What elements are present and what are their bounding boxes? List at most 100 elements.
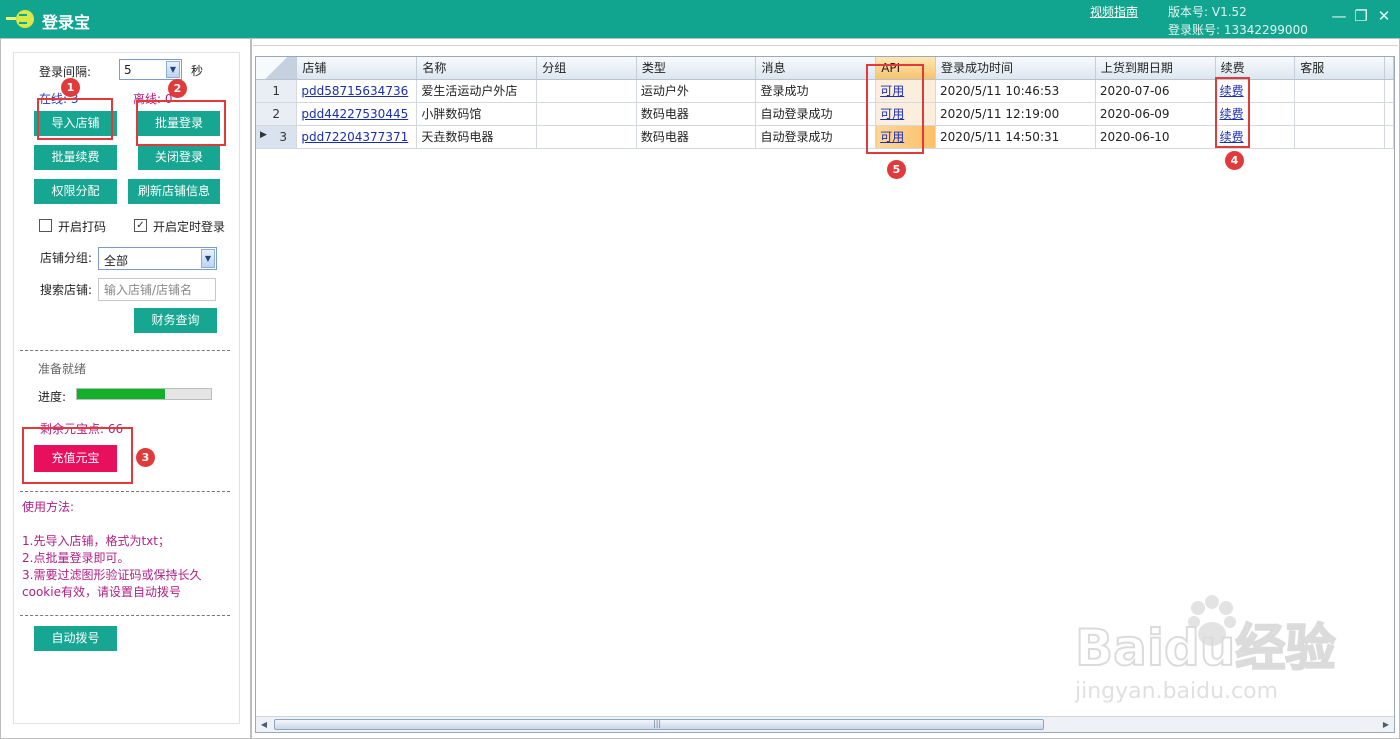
baidu-watermark: Baidu经验 jingyan.baidu.com: [1074, 595, 1336, 704]
permission-assign-button[interactable]: 权限分配: [34, 179, 117, 204]
corner-header[interactable]: [256, 57, 298, 80]
refresh-shop-info-button[interactable]: 刷新店铺信息: [128, 179, 220, 204]
type-cell: 运动户外: [636, 79, 757, 103]
shop-cell: pdd44227530445: [296, 102, 418, 126]
divider: [20, 615, 230, 616]
message-cell: 自动登录成功: [755, 125, 877, 149]
finance-query-button[interactable]: 财务查询: [134, 308, 217, 333]
type-cell: 数码电器: [636, 125, 757, 149]
thumb-grip: |||: [653, 719, 662, 728]
scroll-left-icon[interactable]: ◀: [258, 719, 270, 730]
shop-group-label: 店铺分组:: [40, 251, 93, 265]
column-header-shop[interactable]: 店铺: [296, 57, 418, 80]
batch-renew-button[interactable]: 批量续费: [34, 145, 117, 170]
service-cell: [1294, 102, 1385, 126]
progress-bar: [76, 388, 212, 400]
group-cell: [536, 125, 637, 149]
login-interval-label: 登录间隔:: [39, 65, 92, 79]
divider: [20, 491, 230, 492]
login-time-cell: 2020/5/11 10:46:53: [935, 79, 1096, 103]
interval-unit-label: 秒: [191, 64, 204, 78]
scrollbar-thumb[interactable]: |||: [274, 719, 1044, 730]
annotation-badge-5: 5: [887, 160, 906, 179]
overflow-cell: [1384, 79, 1394, 103]
search-shop-label: 搜索店铺:: [40, 283, 93, 297]
search-shop-input[interactable]: [98, 278, 216, 301]
annotation-box-recharge: [22, 427, 133, 484]
plug-logo-icon: [6, 10, 34, 28]
chevron-down-icon[interactable]: ▼: [201, 249, 215, 268]
annotation-box-batch-login: [136, 100, 226, 146]
row-number-text: 3: [279, 129, 288, 144]
name-cell: 小胖数码馆: [416, 102, 538, 126]
service-cell: [1294, 125, 1385, 149]
row-number: 1: [256, 79, 298, 103]
message-cell: 登录成功: [755, 79, 877, 103]
close-login-button[interactable]: 关闭登录: [138, 145, 220, 170]
shop-cell: pdd72204377371: [296, 125, 418, 149]
shop-group-value: 全部: [104, 254, 129, 268]
annotation-box-api: [866, 64, 924, 154]
shop-id-link[interactable]: pdd44227530445: [301, 107, 408, 121]
group-cell: [536, 102, 637, 126]
divider: [20, 350, 230, 351]
close-icon[interactable]: ✕: [1375, 7, 1393, 25]
minimize-icon[interactable]: —: [1330, 7, 1348, 25]
annotation-badge-1: 1: [61, 78, 80, 97]
name-cell: 天垚数码电器: [416, 125, 538, 149]
timed-login-checkbox[interactable]: ✓: [134, 219, 147, 232]
status-text: 准备就绪: [38, 362, 87, 376]
type-cell: 数码电器: [636, 102, 757, 126]
progress-label: 进度:: [38, 390, 67, 404]
column-header-expire-date[interactable]: 上货到期日期: [1095, 57, 1216, 80]
column-header-name[interactable]: 名称: [416, 57, 538, 80]
horizontal-scrollbar[interactable]: ◀ ||| ▶: [256, 716, 1394, 732]
column-header-service[interactable]: 客服: [1294, 57, 1385, 80]
shop-cell: pdd58715634736: [296, 79, 418, 103]
annotation-badge-3: 3: [136, 448, 155, 467]
name-cell: 爱生活运动户外店: [416, 79, 538, 103]
chevron-down-icon[interactable]: ▼: [166, 61, 180, 78]
account-label: 登录账号: 13342299000: [1168, 23, 1308, 37]
title-bar: 登录宝 视频指南 版本号: V1.52 登录账号: 13342299000 — …: [0, 0, 1400, 38]
annotation-box-renew: [1215, 77, 1250, 148]
column-header-type[interactable]: 类型: [636, 57, 757, 80]
column-header-message[interactable]: 消息: [755, 57, 877, 80]
toolbar-separator: [253, 45, 1398, 46]
row-number: ▶ 3: [256, 125, 298, 149]
table-header-row: 店铺 名称 分组 类型 消息 API 登录成功时间 上货到期日期 续费 客服: [256, 57, 1394, 80]
captcha-checkbox-label: 开启打码: [58, 220, 107, 234]
version-label: 版本号: V1.52: [1168, 5, 1247, 19]
annotation-badge-2: 2: [168, 79, 187, 98]
column-header-renew[interactable]: 续费: [1215, 57, 1296, 80]
column-header-group[interactable]: 分组: [536, 57, 637, 80]
watermark-brand: Baidu经验: [1075, 619, 1335, 677]
scroll-right-icon[interactable]: ▶: [1380, 719, 1392, 730]
login-interval-spinner[interactable]: 5 ▼: [119, 59, 182, 80]
auto-dial-button[interactable]: 自动拨号: [34, 626, 117, 651]
usage-line-4: cookie有效，请设置自动拨号: [22, 585, 181, 599]
overflow-cell: [1384, 125, 1394, 149]
watermark-url: jingyan.baidu.com: [1074, 679, 1278, 704]
login-interval-value: 5: [124, 63, 132, 77]
group-cell: [536, 79, 637, 103]
captcha-checkbox[interactable]: [39, 219, 52, 232]
overflow-cell: [1384, 102, 1394, 126]
shop-id-link[interactable]: pdd72204377371: [301, 130, 408, 144]
timed-login-checkbox-label: 开启定时登录: [153, 220, 226, 234]
service-cell: [1294, 79, 1385, 103]
usage-line-2: 2.点批量登录即可。: [22, 551, 130, 565]
login-time-cell: 2020/5/11 14:50:31: [935, 125, 1096, 149]
usage-line-3: 3.需要过滤图形验证码或保持长久: [22, 568, 202, 582]
message-cell: 自动登录成功: [755, 102, 877, 126]
video-guide-link[interactable]: 视频指南: [1090, 3, 1138, 20]
current-row-arrow-icon: ▶: [260, 129, 267, 140]
annotation-badge-4: 4: [1225, 151, 1244, 170]
usage-line-1: 1.先导入店铺，格式为txt；: [22, 534, 170, 548]
app-title: 登录宝: [42, 13, 91, 32]
column-header-login-time[interactable]: 登录成功时间: [935, 57, 1096, 80]
shop-id-link[interactable]: pdd58715634736: [301, 84, 408, 98]
shop-group-select[interactable]: 全部 ▼: [98, 247, 217, 270]
maximize-icon[interactable]: ❐: [1352, 7, 1370, 25]
column-header-overflow: [1384, 57, 1394, 80]
